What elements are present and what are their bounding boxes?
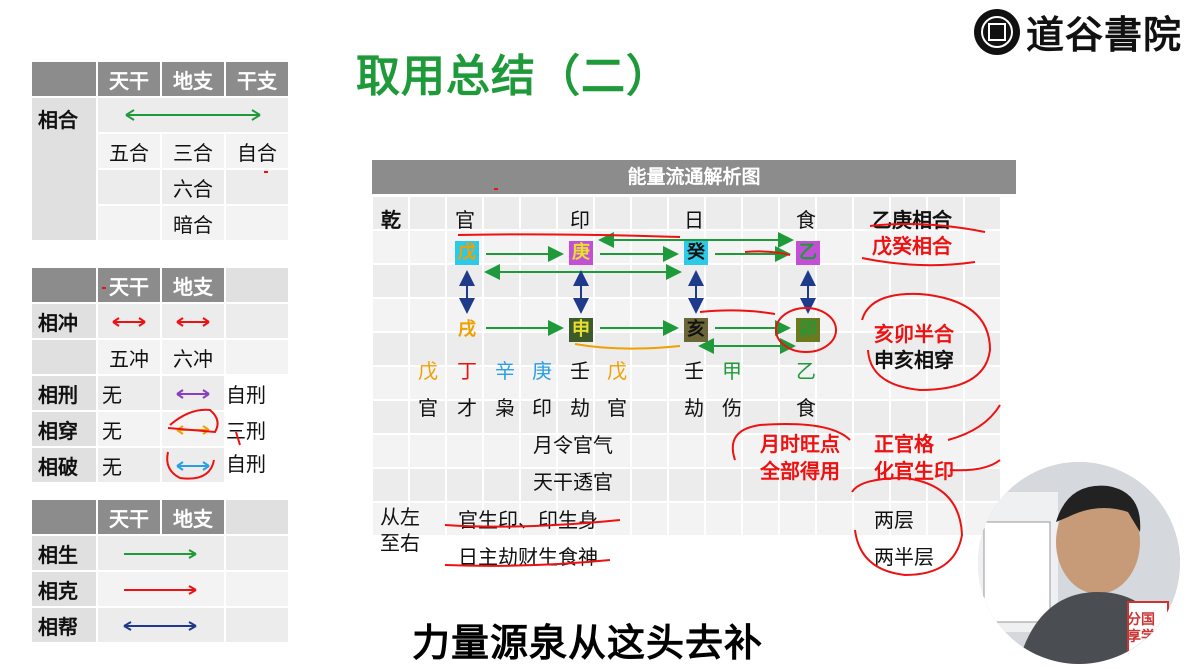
presenter-video: 分国享学 [978,462,1180,664]
caption-subtitle: 力量源泉从这头去补 [412,621,764,665]
watermark-seal: 分国享学 [1127,612,1155,645]
